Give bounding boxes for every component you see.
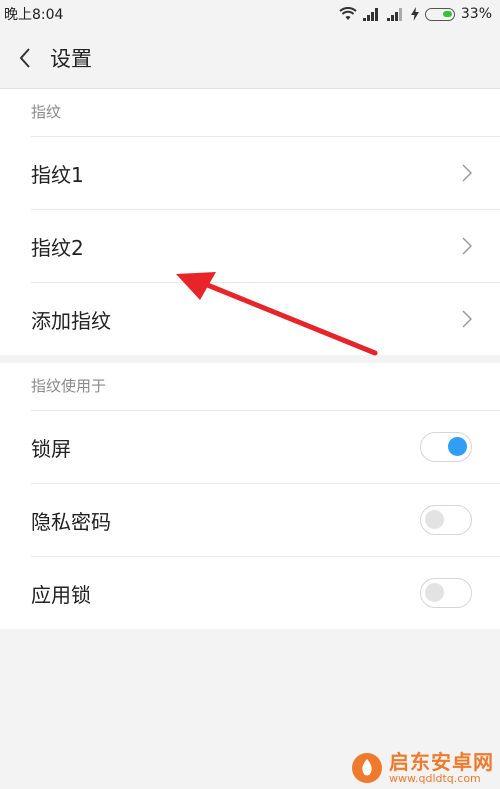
wifi-icon <box>339 7 357 20</box>
status-bar: 晚上8:04 33% <box>0 0 500 28</box>
list-item-fingerprint-2[interactable]: 指纹2 <box>31 209 500 282</box>
app-header: 设置 <box>0 28 500 89</box>
list-item-label: 指纹1 <box>31 162 84 187</box>
lock-screen-toggle[interactable] <box>420 432 472 462</box>
chevron-right-icon <box>462 237 472 255</box>
list-item-label: 应用锁 <box>31 582 91 607</box>
chevron-right-icon <box>462 310 472 328</box>
fingerprints-section: 指纹 指纹1 指纹2 添加指纹 <box>0 89 500 355</box>
charging-icon <box>410 7 419 21</box>
list-item-privacy-password: 隐私密码 <box>31 483 500 556</box>
battery-icon <box>424 7 455 21</box>
back-button[interactable] <box>0 47 50 69</box>
watermark-logo: 启东安卓网 www.qdldtq.com <box>351 751 494 785</box>
chevron-right-icon <box>462 164 472 182</box>
section-label-fingerprints: 指纹 <box>31 103 62 121</box>
section-label-usage: 指纹使用于 <box>31 377 107 395</box>
section-divider <box>0 355 500 363</box>
app-lock-toggle[interactable] <box>420 578 472 608</box>
list-item-label: 隐私密码 <box>31 509 111 534</box>
toggle-knob <box>425 583 444 602</box>
battery-percent: 33% <box>460 6 492 22</box>
toggle-knob <box>425 510 444 529</box>
watermark-title: 启东安卓网 <box>389 749 494 774</box>
list-item-fingerprint-1[interactable]: 指纹1 <box>31 136 500 209</box>
watermark-logo-icon <box>352 752 382 783</box>
list-item-lock-screen: 锁屏 <box>31 410 500 483</box>
privacy-password-toggle[interactable] <box>420 505 472 535</box>
chevron-left-icon <box>19 48 30 68</box>
status-time: 晚上8:04 <box>4 7 64 23</box>
list-item-add-fingerprint[interactable]: 添加指纹 <box>31 282 500 355</box>
page-title: 设置 <box>50 47 92 71</box>
signal-icon <box>362 7 378 21</box>
list-item-app-lock: 应用锁 <box>31 556 500 629</box>
list-item-label: 添加指纹 <box>31 308 111 333</box>
toggle-knob <box>448 437 467 456</box>
signal-icon-2 <box>386 7 402 21</box>
usage-section: 指纹使用于 锁屏 隐私密码 应用锁 <box>0 363 500 629</box>
status-icons: 33% <box>339 6 492 22</box>
list-item-label: 指纹2 <box>31 235 84 260</box>
watermark-url: www.qdldtq.com <box>389 771 481 785</box>
list-item-label: 锁屏 <box>31 436 71 461</box>
